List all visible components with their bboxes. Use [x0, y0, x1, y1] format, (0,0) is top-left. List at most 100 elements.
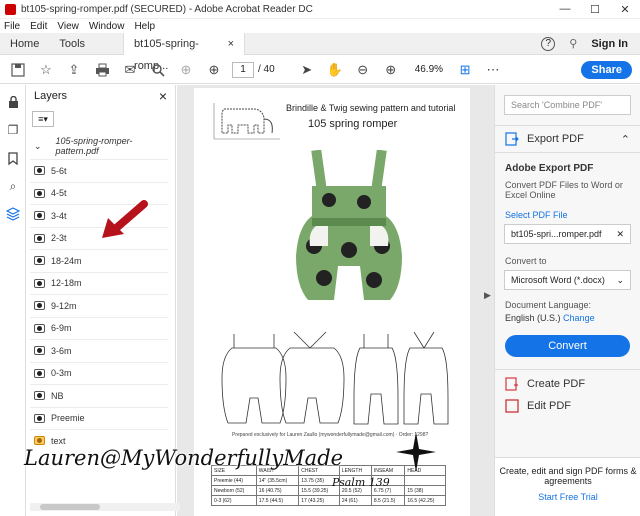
prev-page-icon[interactable]: ⊕ — [176, 61, 196, 79]
table-cell — [404, 475, 446, 486]
layer-item[interactable]: NB — [30, 384, 168, 407]
table-cell: Preemie (44) — [211, 475, 257, 486]
page-number-input[interactable]: 1 — [232, 61, 254, 78]
left-rail: ❐ ⌕ — [0, 85, 26, 516]
file-name: bt105-spri...romper.pdf — [511, 229, 602, 239]
attachment-icon[interactable]: ⌕ — [0, 175, 26, 197]
layer-item[interactable]: 12-18m — [30, 271, 168, 295]
horizontal-scrollbar[interactable] — [30, 503, 180, 511]
layer-root[interactable]: ⌄ 105-spring-romper-pattern.pdf — [26, 136, 175, 156]
search-icon[interactable] — [148, 61, 168, 79]
menu-help[interactable]: Help — [134, 21, 155, 32]
tab-tools[interactable]: Tools — [49, 33, 95, 55]
format-dropdown[interactable]: Microsoft Word (*.docx) ⌄ — [504, 270, 631, 290]
share-button[interactable]: Share — [581, 60, 632, 79]
bookmark-icon[interactable] — [0, 147, 26, 169]
title-bar: bt105-spring-romper.pdf (SECURED) - Adob… — [0, 0, 640, 19]
next-page-icon[interactable]: ⊕ — [204, 61, 224, 79]
print-icon[interactable] — [92, 61, 112, 79]
menu-file[interactable]: File — [4, 21, 20, 32]
mail-icon[interactable]: ✉ — [120, 61, 140, 79]
eye-icon[interactable] — [34, 188, 45, 198]
watermark-subtext: Psalm 139 — [332, 476, 390, 489]
pages-icon[interactable]: ❐ — [0, 119, 26, 141]
bell-icon[interactable]: ⚲ — [569, 37, 577, 50]
page-total: / 40 — [258, 64, 275, 75]
chevron-up-icon[interactable]: ⌃ — [621, 133, 630, 146]
select-pdf-file-link[interactable]: Select PDF File — [495, 210, 640, 220]
eye-icon[interactable] — [34, 301, 45, 311]
arrow-annotation-icon — [102, 200, 148, 238]
layer-label: 12-18m — [51, 278, 82, 289]
close-window-button[interactable]: ✕ — [610, 3, 640, 16]
convert-button[interactable]: Convert — [505, 335, 630, 357]
tab-document-label: bt105-spring-romp... — [134, 37, 199, 72]
star-icon[interactable]: ☆ — [36, 61, 56, 79]
change-language-link[interactable]: Change — [563, 313, 595, 323]
lock-eye-icon[interactable] — [34, 436, 45, 446]
layers-icon[interactable] — [0, 203, 26, 225]
collapse-right-icon[interactable]: ▶ — [484, 290, 491, 301]
eye-icon[interactable] — [34, 413, 45, 423]
edit-pdf-item[interactable]: Edit PDF — [495, 397, 640, 415]
table-row: Newborn (52) 16 (40.75) 15.5 (39.25) 20.5 (… — [211, 485, 446, 496]
hand-tool-icon[interactable]: ✋ — [325, 61, 345, 79]
layer-item[interactable]: Preemie — [30, 406, 168, 430]
close-panel-icon[interactable]: × — [159, 88, 167, 104]
menu-view[interactable]: View — [57, 21, 79, 32]
zoom-in-icon[interactable]: ⊕ — [381, 61, 401, 79]
export-pdf-header[interactable]: Export PDF ⌃ — [495, 125, 640, 153]
tab-document[interactable]: bt105-spring-romp... × — [123, 32, 246, 72]
convert-to-label: Convert to — [505, 256, 547, 266]
layer-item[interactable]: 3-6m — [30, 339, 168, 362]
zoom-out-icon[interactable]: ⊖ — [353, 61, 373, 79]
upload-cloud-icon[interactable]: ⇪ — [64, 61, 84, 79]
export-description: Convert PDF Files to Word or Excel Onlin… — [505, 180, 623, 200]
layer-item[interactable]: 9-12m — [30, 294, 168, 317]
zoom-level[interactable]: 46.9% — [415, 64, 443, 75]
layer-label: 9-12m — [51, 300, 77, 311]
maximize-button[interactable]: ☐ — [580, 3, 610, 16]
remove-file-icon[interactable]: ✕ — [616, 229, 624, 239]
format-value: Microsoft Word (*.docx) — [511, 275, 605, 285]
eye-icon[interactable] — [34, 166, 45, 176]
eye-icon[interactable] — [34, 256, 45, 266]
help-icon[interactable]: ? — [541, 36, 556, 51]
eye-icon[interactable] — [34, 211, 45, 221]
tools-search-input[interactable]: Search 'Combine PDF' — [504, 95, 631, 115]
chevron-down-icon[interactable]: ⌄ — [616, 275, 624, 285]
layer-root-label: 105-spring-romper-pattern.pdf — [55, 136, 133, 156]
fit-page-icon[interactable]: ⊞ — [455, 61, 475, 79]
tab-home[interactable]: Home — [0, 33, 49, 55]
layer-label: 0-3m — [51, 368, 72, 379]
more-icon[interactable]: ⋯ — [483, 61, 503, 79]
sign-in-button[interactable]: Sign In — [591, 38, 628, 50]
create-pdf-item[interactable]: Create PDF — [495, 369, 640, 397]
menu-edit[interactable]: Edit — [30, 21, 47, 32]
chevron-down-icon[interactable]: ⌄ — [34, 141, 42, 152]
lock-icon[interactable] — [0, 91, 26, 113]
table-cell: 8.5 (21.5) — [370, 495, 406, 506]
eye-icon[interactable] — [34, 278, 45, 288]
table-row: 0-3 (62) 17.5 (44.5) 17 (43.25) 24 (61) 8.5 … — [211, 495, 446, 506]
scrollbar-thumb[interactable] — [40, 504, 100, 510]
eye-icon[interactable] — [34, 233, 45, 243]
toolbar: ☆ ⇪ ✉ ⊕ ⊕ 1 / 40 ➤ ✋ ⊖ ⊕ 46.9% ⊞ ⋯ Share — [0, 56, 640, 84]
minimize-button[interactable]: — — [550, 3, 580, 15]
eye-icon[interactable] — [34, 346, 45, 356]
layer-item[interactable]: 5-6t — [30, 159, 168, 182]
options-menu-icon[interactable]: ≡▾ — [32, 111, 54, 127]
tab-bar: Home Tools bt105-spring-romp... × ? ⚲ Si… — [0, 32, 640, 72]
select-cursor-icon[interactable]: ➤ — [297, 61, 317, 79]
table-cell: 0-3 (62) — [211, 495, 257, 506]
layer-item[interactable]: 18-24m — [30, 249, 168, 272]
eye-icon[interactable] — [34, 323, 45, 333]
save-icon[interactable] — [8, 61, 28, 79]
eye-icon[interactable] — [34, 391, 45, 401]
tab-close-icon[interactable]: × — [228, 33, 234, 55]
layer-item[interactable]: 0-3m — [30, 361, 168, 385]
eye-icon[interactable] — [34, 368, 45, 378]
layer-item[interactable]: 6-9m — [30, 316, 168, 340]
menu-window[interactable]: Window — [89, 21, 125, 32]
free-trial-link[interactable]: Start Free Trial — [495, 492, 640, 502]
